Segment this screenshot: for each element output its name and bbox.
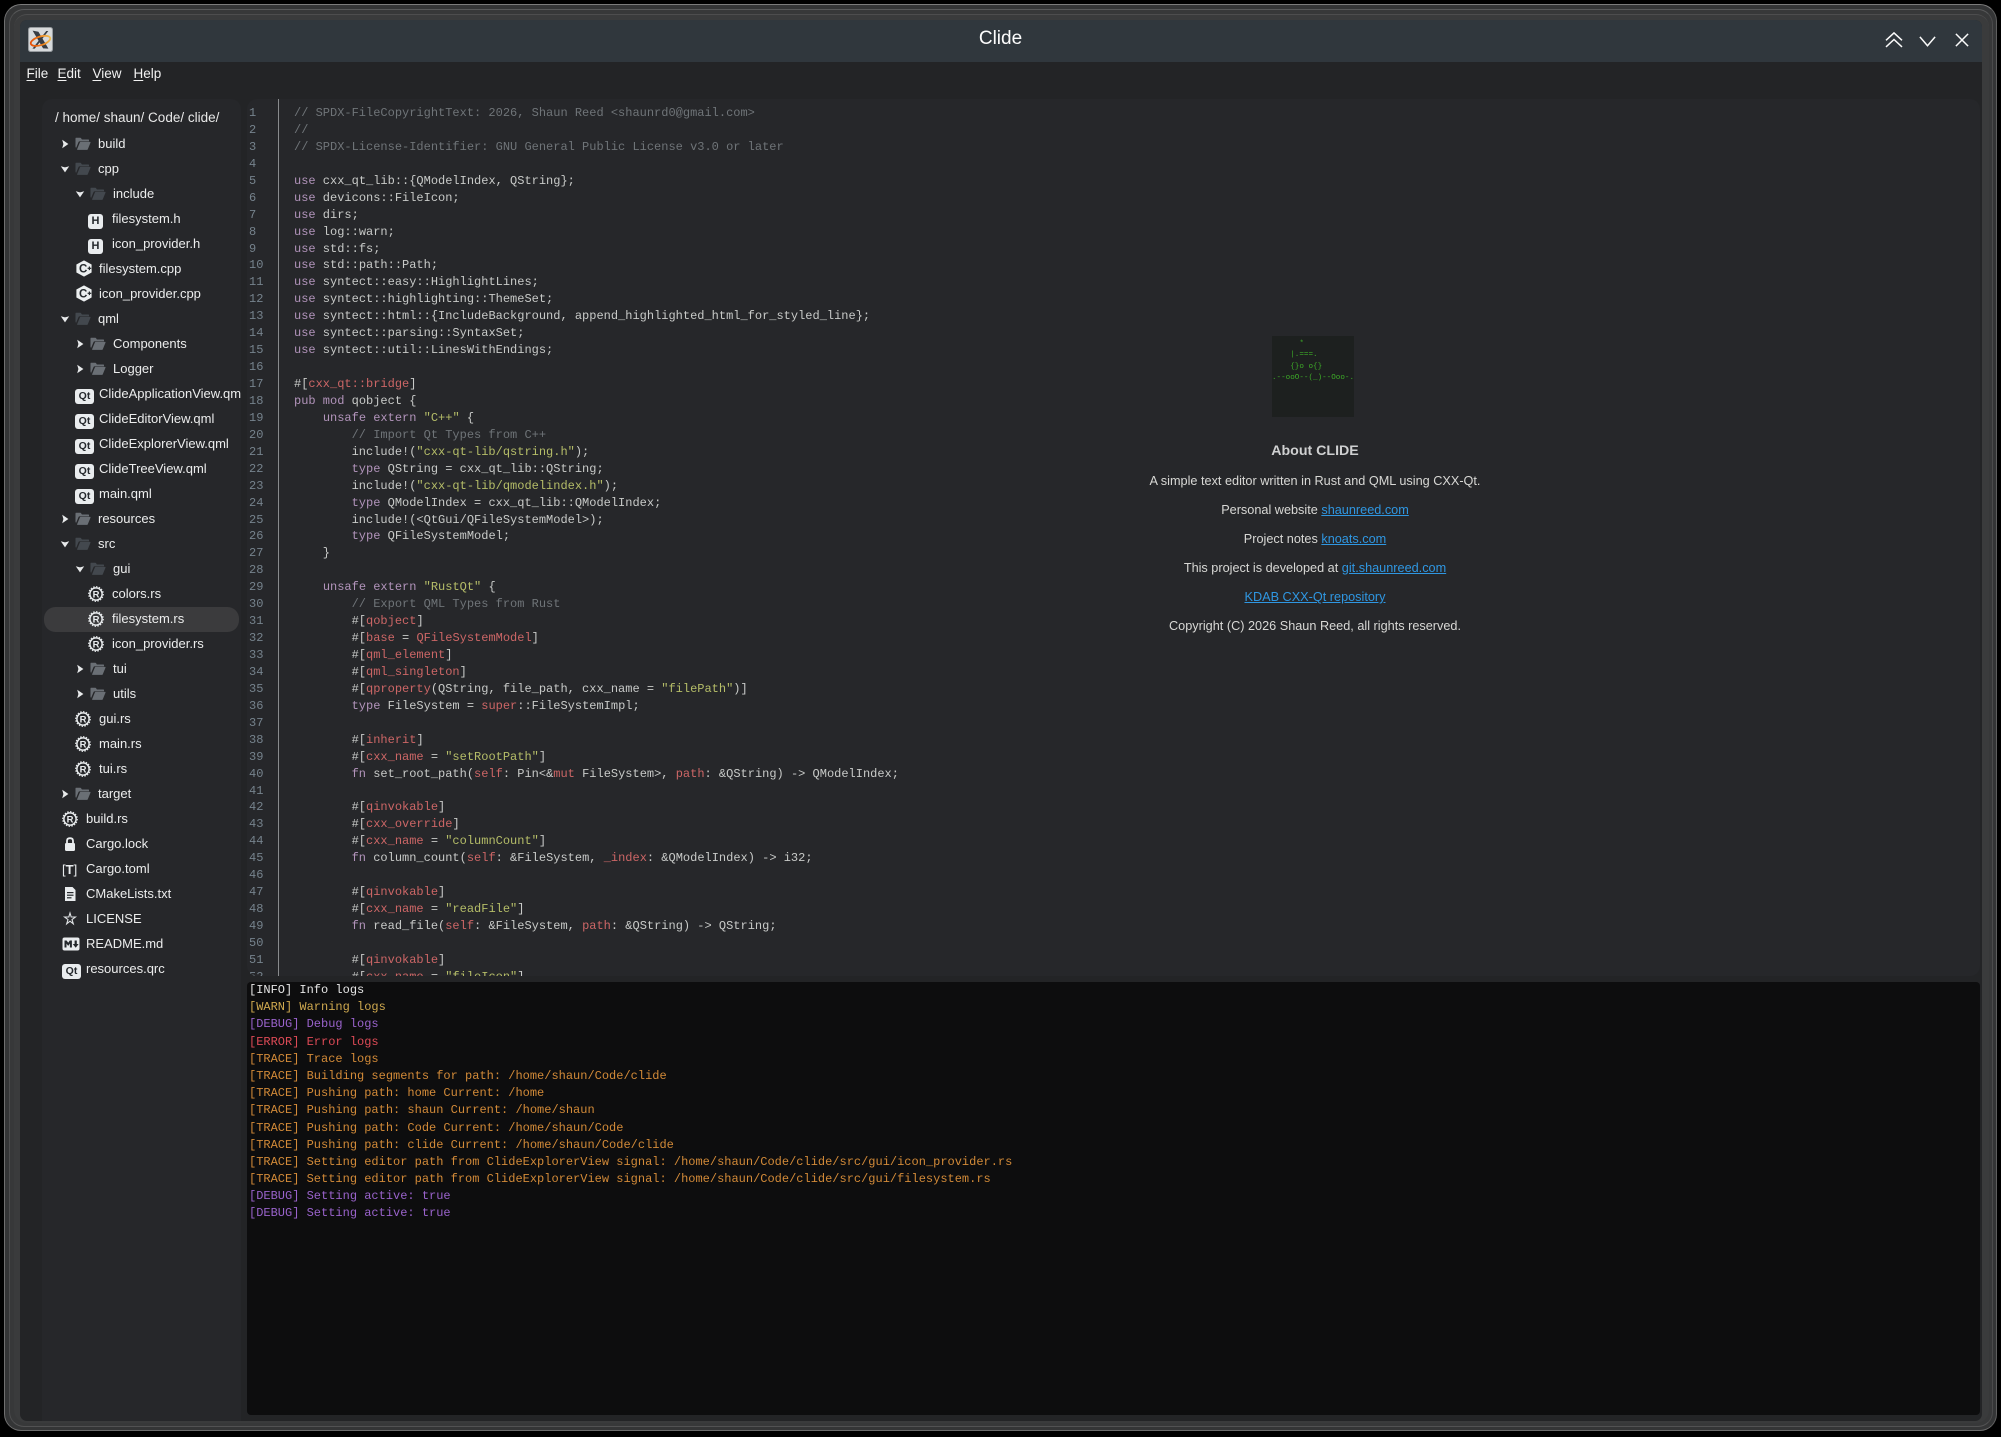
svg-text:R: R [93,639,100,650]
svg-text:R: R [80,764,87,775]
svg-text:R: R [93,589,100,600]
svg-text:R: R [80,714,87,725]
svg-text:R: R [80,739,87,750]
svg-text:C: C [79,263,87,275]
svg-text:R: R [67,814,74,825]
svg-text:R: R [93,614,100,625]
svg-text:C: C [79,288,87,300]
